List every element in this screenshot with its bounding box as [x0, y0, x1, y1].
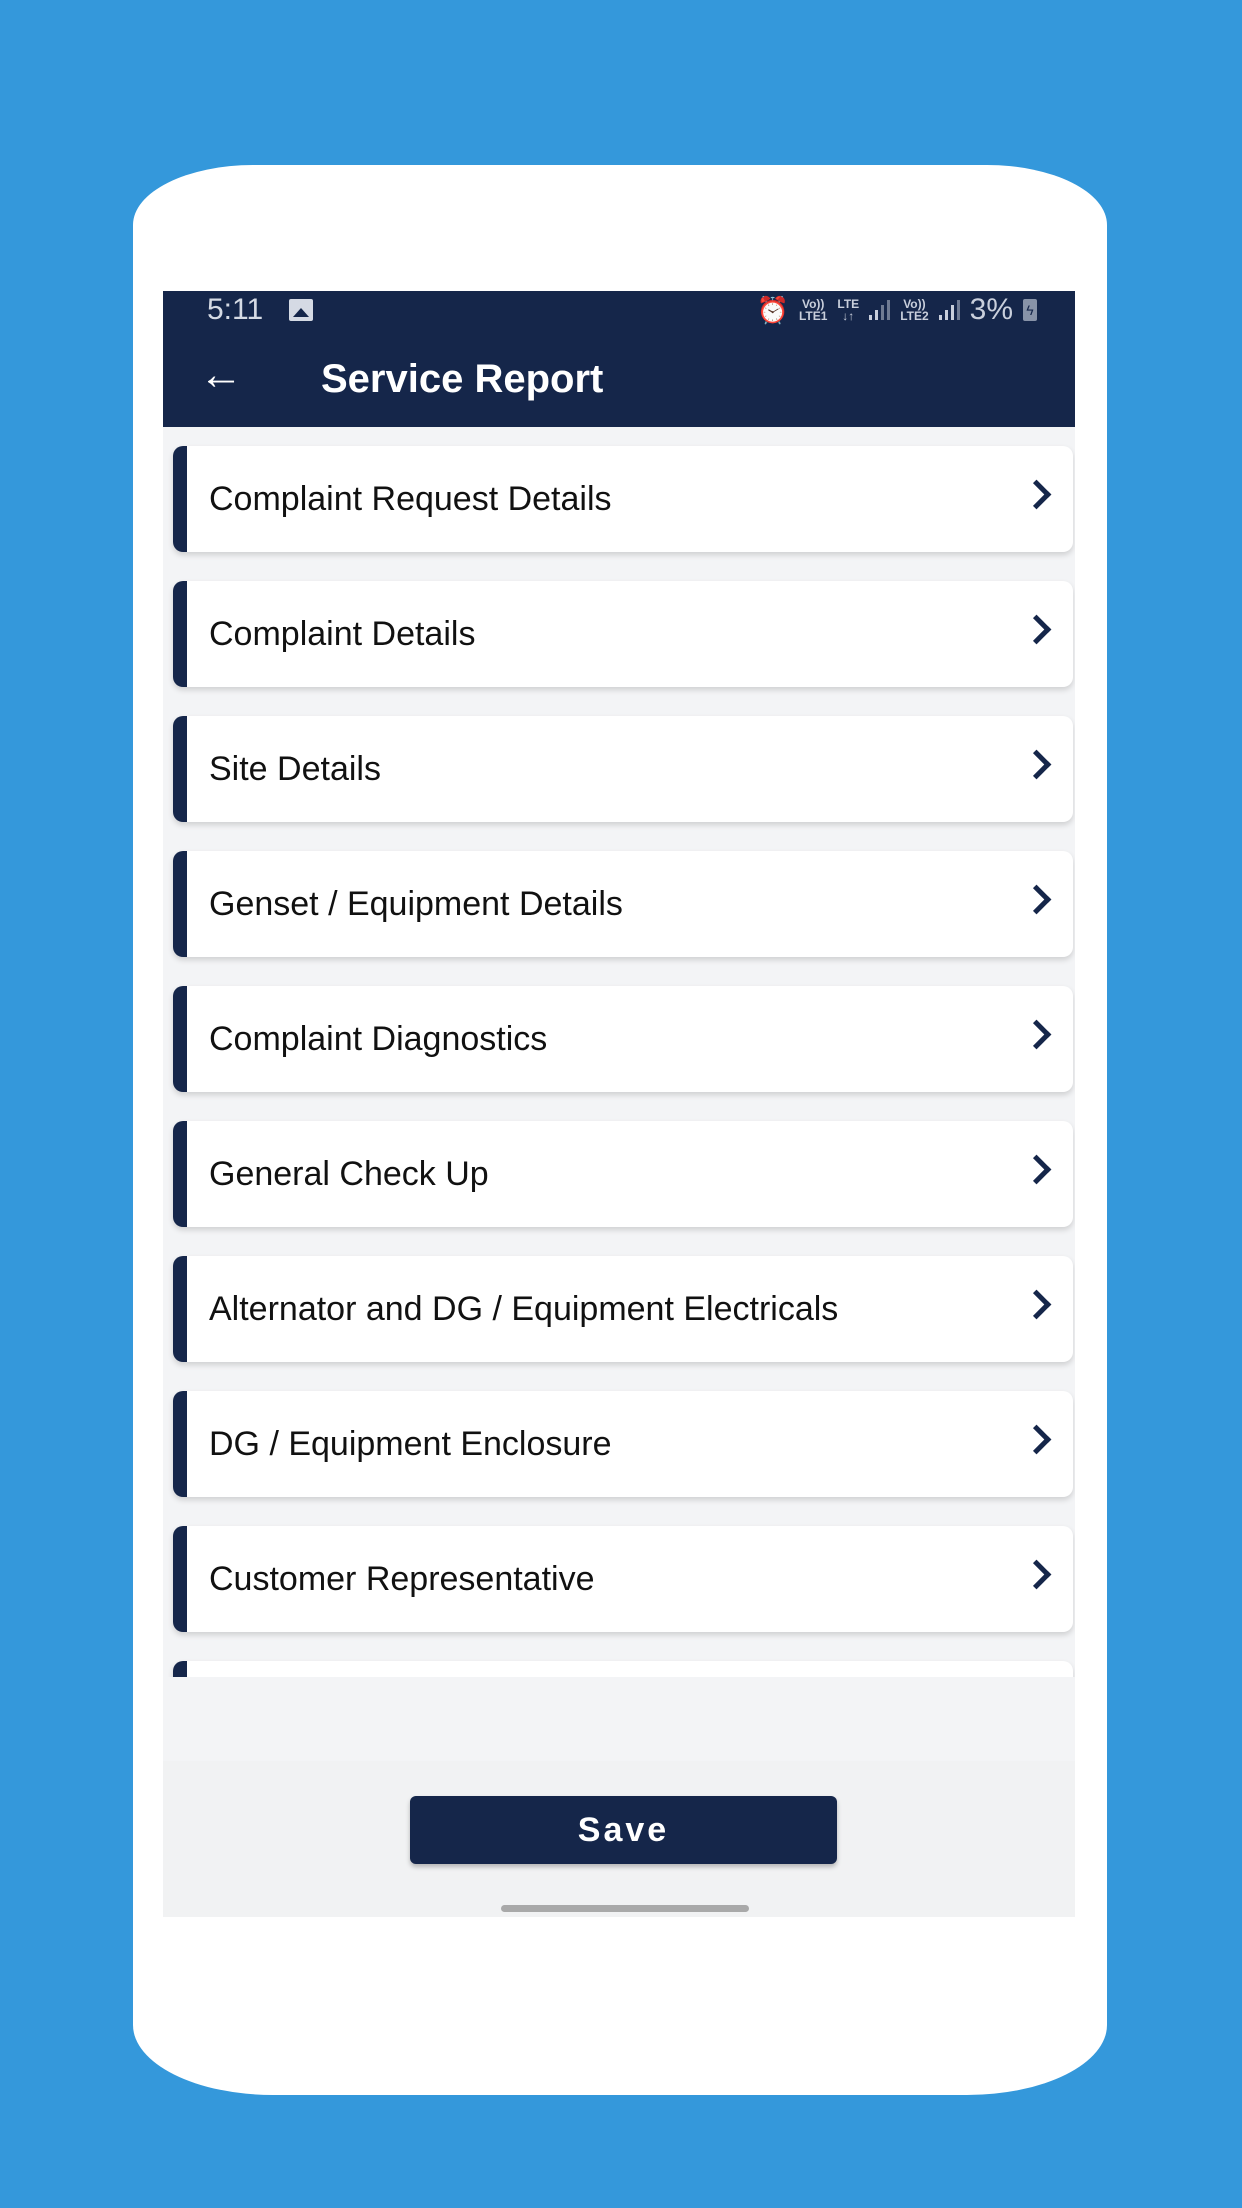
chevron-right-icon	[1021, 1019, 1052, 1050]
section-label: Alternator and DG / Equipment Electrical…	[209, 1290, 839, 1328]
app-bar: ← Service Report	[163, 331, 1075, 427]
sim1-indicator: Vo)) LTE1	[799, 298, 827, 322]
sim2-lte-label: LTE2	[900, 309, 929, 323]
data-arrows-icon: ↓↑	[842, 309, 855, 323]
section-label: Customer Representative	[209, 1560, 595, 1598]
chevron-right-icon	[1021, 884, 1052, 915]
chevron-right-icon	[1021, 479, 1052, 510]
sim1-lte-label: LTE1	[798, 309, 828, 323]
status-icons: ⏰ Vo)) LTE1 LTE ↓↑ Vo)) LTE2 3% ϟ	[757, 293, 1037, 327]
battery-charging-icon: ϟ	[1023, 299, 1037, 321]
sim2-indicator: Vo)) LTE2	[900, 298, 928, 322]
section-label: Genset / Equipment Details	[209, 885, 623, 923]
alarm-icon: ⏰	[756, 294, 789, 325]
section-label: General Check Up	[209, 1155, 489, 1193]
section-item-complaint-request-details[interactable]: Complaint Request Details	[173, 446, 1073, 552]
section-item-dg-equipment-enclosure[interactable]: DG / Equipment Enclosure	[173, 1391, 1073, 1497]
chevron-right-icon	[1021, 1424, 1052, 1455]
section-item-site-details[interactable]: Site Details	[173, 716, 1073, 822]
app-screen: 5:11 ⏰ Vo)) LTE1 LTE ↓↑ Vo)) LTE2 3% ϟ ←…	[163, 291, 1075, 1917]
section-label: Site Details	[209, 750, 381, 788]
section-label: DG / Equipment Enclosure	[209, 1425, 612, 1463]
section-list[interactable]: Complaint Request Details Complaint Deta…	[163, 427, 1075, 1677]
section-label: GCL Representative	[209, 1661, 516, 1677]
status-time: 5:11	[207, 293, 264, 326]
status-bar: 5:11 ⏰ Vo)) LTE1 LTE ↓↑ Vo)) LTE2 3% ϟ	[163, 291, 1075, 331]
signal-icon	[869, 300, 891, 320]
home-indicator[interactable]	[501, 1905, 749, 1912]
signal-icon	[938, 300, 960, 320]
chevron-right-icon	[1021, 1154, 1052, 1185]
section-item-alternator-electricals[interactable]: Alternator and DG / Equipment Electrical…	[173, 1256, 1073, 1362]
section-label: Complaint Details	[209, 615, 476, 653]
footer: Save	[163, 1761, 1075, 1917]
section-item-customer-representative[interactable]: Customer Representative	[173, 1526, 1073, 1632]
section-label: Complaint Request Details	[209, 480, 612, 518]
back-arrow-icon[interactable]: ←	[199, 353, 243, 397]
save-button[interactable]: Save	[410, 1796, 837, 1864]
chevron-right-icon	[1021, 1559, 1052, 1590]
battery-percent: 3%	[969, 293, 1013, 326]
section-item-genset-equipment-details[interactable]: Genset / Equipment Details	[173, 851, 1073, 957]
chevron-right-icon	[1021, 749, 1052, 780]
section-item-complaint-details[interactable]: Complaint Details	[173, 581, 1073, 687]
chevron-right-icon	[1021, 614, 1052, 645]
chevron-right-icon	[1021, 1289, 1052, 1320]
section-item-gcl-representative[interactable]: GCL Representative	[173, 1661, 1073, 1677]
section-item-general-check-up[interactable]: General Check Up	[173, 1121, 1073, 1227]
section-label: Complaint Diagnostics	[209, 1020, 548, 1058]
page-title: Service Report	[321, 357, 604, 401]
data-indicator: LTE ↓↑	[837, 298, 859, 322]
section-item-complaint-diagnostics[interactable]: Complaint Diagnostics	[173, 986, 1073, 1092]
image-icon	[289, 299, 313, 321]
